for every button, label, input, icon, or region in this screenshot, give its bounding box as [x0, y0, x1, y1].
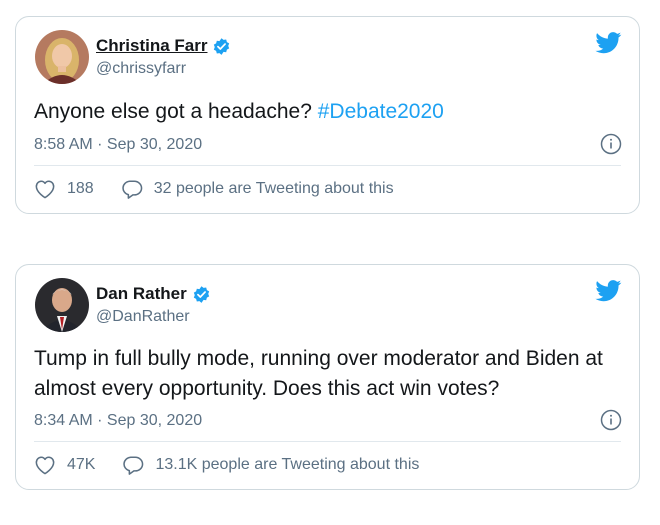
- author-handle[interactable]: @chrissyfarr: [96, 59, 186, 79]
- divider: [34, 441, 621, 442]
- like-button[interactable]: 47K: [34, 455, 95, 475]
- tweet-text: Tump in full bully mode, running over mo…: [34, 347, 603, 400]
- tweet-card[interactable]: Dan Rather @DanRather Tump in full bully…: [15, 264, 640, 490]
- talking-count: 13.1K people are Tweeting about this: [155, 456, 420, 473]
- info-icon[interactable]: [600, 409, 622, 431]
- avatar[interactable]: [35, 30, 89, 84]
- avatar[interactable]: [35, 278, 89, 332]
- like-count: 47K: [67, 456, 96, 473]
- twitter-bird-icon[interactable]: [595, 32, 622, 54]
- author-handle[interactable]: @DanRather: [96, 307, 190, 327]
- like-button[interactable]: 188: [34, 179, 94, 199]
- author-row: Dan Rather: [96, 284, 211, 304]
- author-name[interactable]: Christina Farr: [96, 36, 207, 56]
- verified-badge-icon: [214, 37, 230, 55]
- twitter-bird-icon[interactable]: [595, 280, 622, 302]
- verified-badge-icon: [193, 285, 209, 303]
- divider: [34, 165, 621, 166]
- heart-icon: [35, 180, 55, 199]
- author-row: Christina Farr: [96, 36, 231, 56]
- like-count: 188: [67, 180, 94, 197]
- tweet-card[interactable]: Christina Farr @chrissyfarr Anyone else …: [15, 16, 640, 214]
- tweet-body: Anyone else got a headache?: [34, 100, 318, 123]
- speech-bubble-icon: [122, 180, 142, 199]
- timestamp[interactable]: 8:34 AM · Sep 30, 2020: [34, 411, 202, 431]
- heart-icon: [35, 456, 55, 475]
- conversation-link[interactable]: 13.1K people are Tweeting about this: [122, 455, 419, 475]
- hashtag-link[interactable]: #Debate2020: [318, 100, 444, 123]
- action-bar: 47K 13.1K people are Tweeting about this: [34, 455, 419, 475]
- timestamp[interactable]: 8:58 AM · Sep 30, 2020: [34, 135, 202, 155]
- tweet-text: Anyone else got a headache? #Debate2020: [34, 97, 621, 127]
- conversation-link[interactable]: 32 people are Tweeting about this: [121, 179, 394, 199]
- action-bar: 188 32 people are Tweeting about this: [34, 179, 394, 199]
- talking-count: 32 people are Tweeting about this: [153, 180, 394, 197]
- info-icon[interactable]: [600, 133, 622, 155]
- author-name[interactable]: Dan Rather: [96, 284, 187, 304]
- speech-bubble-icon: [123, 456, 144, 475]
